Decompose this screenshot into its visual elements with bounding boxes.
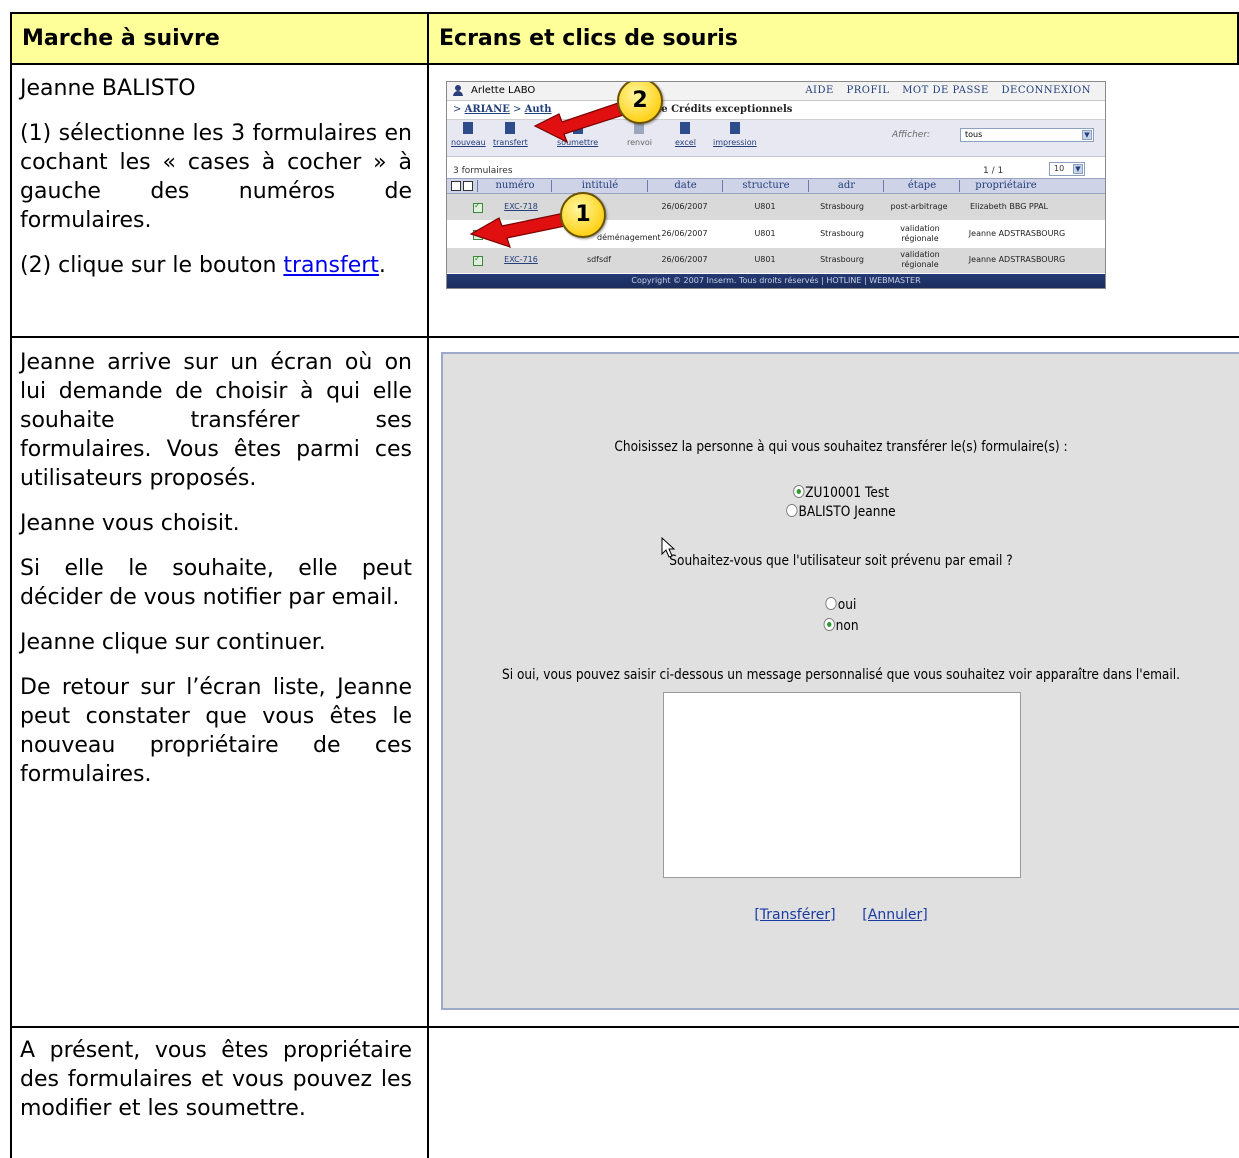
mouse-cursor-icon [661, 537, 676, 558]
step-user-name: Jeanne BALISTO [20, 76, 196, 101]
step-click-transfer-end: . [378, 253, 386, 278]
radio-icon[interactable] [825, 597, 837, 610]
row1-steps: Jeanne BALISTO (1) sélectionne les 3 for… [20, 74, 412, 296]
radio-selected-icon[interactable] [792, 485, 805, 498]
action-links: [Transférer] [Annuler] [443, 907, 1239, 923]
step-notify: Si elle le souhaite, elle peut décider d… [20, 556, 412, 610]
header-cell-steps: Marche à suivre [12, 14, 427, 63]
step-new-owner: De retour sur l’écran liste, Jeanne peut… [20, 675, 412, 787]
step-continue: Jeanne clique sur continuer. [20, 630, 326, 655]
table-border-row2 [10, 1026, 1239, 1028]
form-list-screenshot: Arlette LABO AIDE PROFIL MOT DE PASSE DE… [446, 81, 1106, 289]
step-select-forms: (1) sélectionne les 3 formulaires en coc… [20, 121, 412, 233]
transferer-link[interactable]: [Transférer] [754, 907, 835, 923]
step-choose-screen: Jeanne arrive sur un écran où on lui dem… [20, 350, 412, 491]
table-border-row1 [10, 336, 1239, 338]
annuler-link[interactable]: [Annuler] [862, 907, 927, 923]
annotation-arrows [469, 97, 640, 248]
choose-person-question: Choisissez la personne à qui vous souhai… [614, 439, 1068, 455]
table-border-middle [427, 12, 429, 1158]
table-border-left [10, 12, 12, 1158]
callout-badge-1: 1 [560, 192, 606, 238]
option-zu10001-label: ZU10001 Test [805, 485, 890, 501]
non-label: non [835, 618, 859, 634]
option-balisto-label: BALISTO Jeanne [798, 504, 896, 520]
step-now-owner: A présent, vous êtes propriétaire des fo… [20, 1038, 412, 1121]
row3-steps: A présent, vous êtes propriétaire des fo… [20, 1036, 412, 1139]
step-click-transfer-text: (2) clique sur le bouton [20, 253, 284, 278]
option-zu10001[interactable]: ZU10001 Test [495, 485, 1188, 501]
table-border-header [10, 63, 1239, 65]
transfer-screenshot: Choisissez la personne à qui vous souhai… [441, 352, 1239, 1010]
row2-steps: Jeanne arrive sur un écran où on lui dem… [20, 348, 412, 805]
step-click-transfer: (2) clique sur le bouton transfert. [20, 251, 412, 280]
transfert-link[interactable]: transfert [283, 253, 379, 278]
step-chooses-you: Jeanne vous choisit. [20, 511, 240, 536]
notify-question: Souhaitez-vous que l'utilisateur soit pr… [669, 553, 1013, 569]
option-non[interactable]: non [495, 618, 1188, 634]
header-steps-label: Marche à suivre [22, 26, 220, 51]
message-textarea[interactable] [663, 692, 1021, 878]
header-cell-screens: Ecrans et clics de souris [429, 14, 1237, 63]
radio-selected-icon[interactable] [823, 618, 835, 631]
header-screens-label: Ecrans et clics de souris [439, 26, 738, 51]
message-prompt: Si oui, vous pouvez saisir ci-dessous un… [501, 667, 1181, 683]
oui-label: oui [837, 597, 857, 613]
option-oui[interactable]: oui [495, 597, 1188, 613]
option-balisto[interactable]: BALISTO Jeanne [495, 504, 1188, 520]
radio-icon[interactable] [786, 504, 798, 517]
